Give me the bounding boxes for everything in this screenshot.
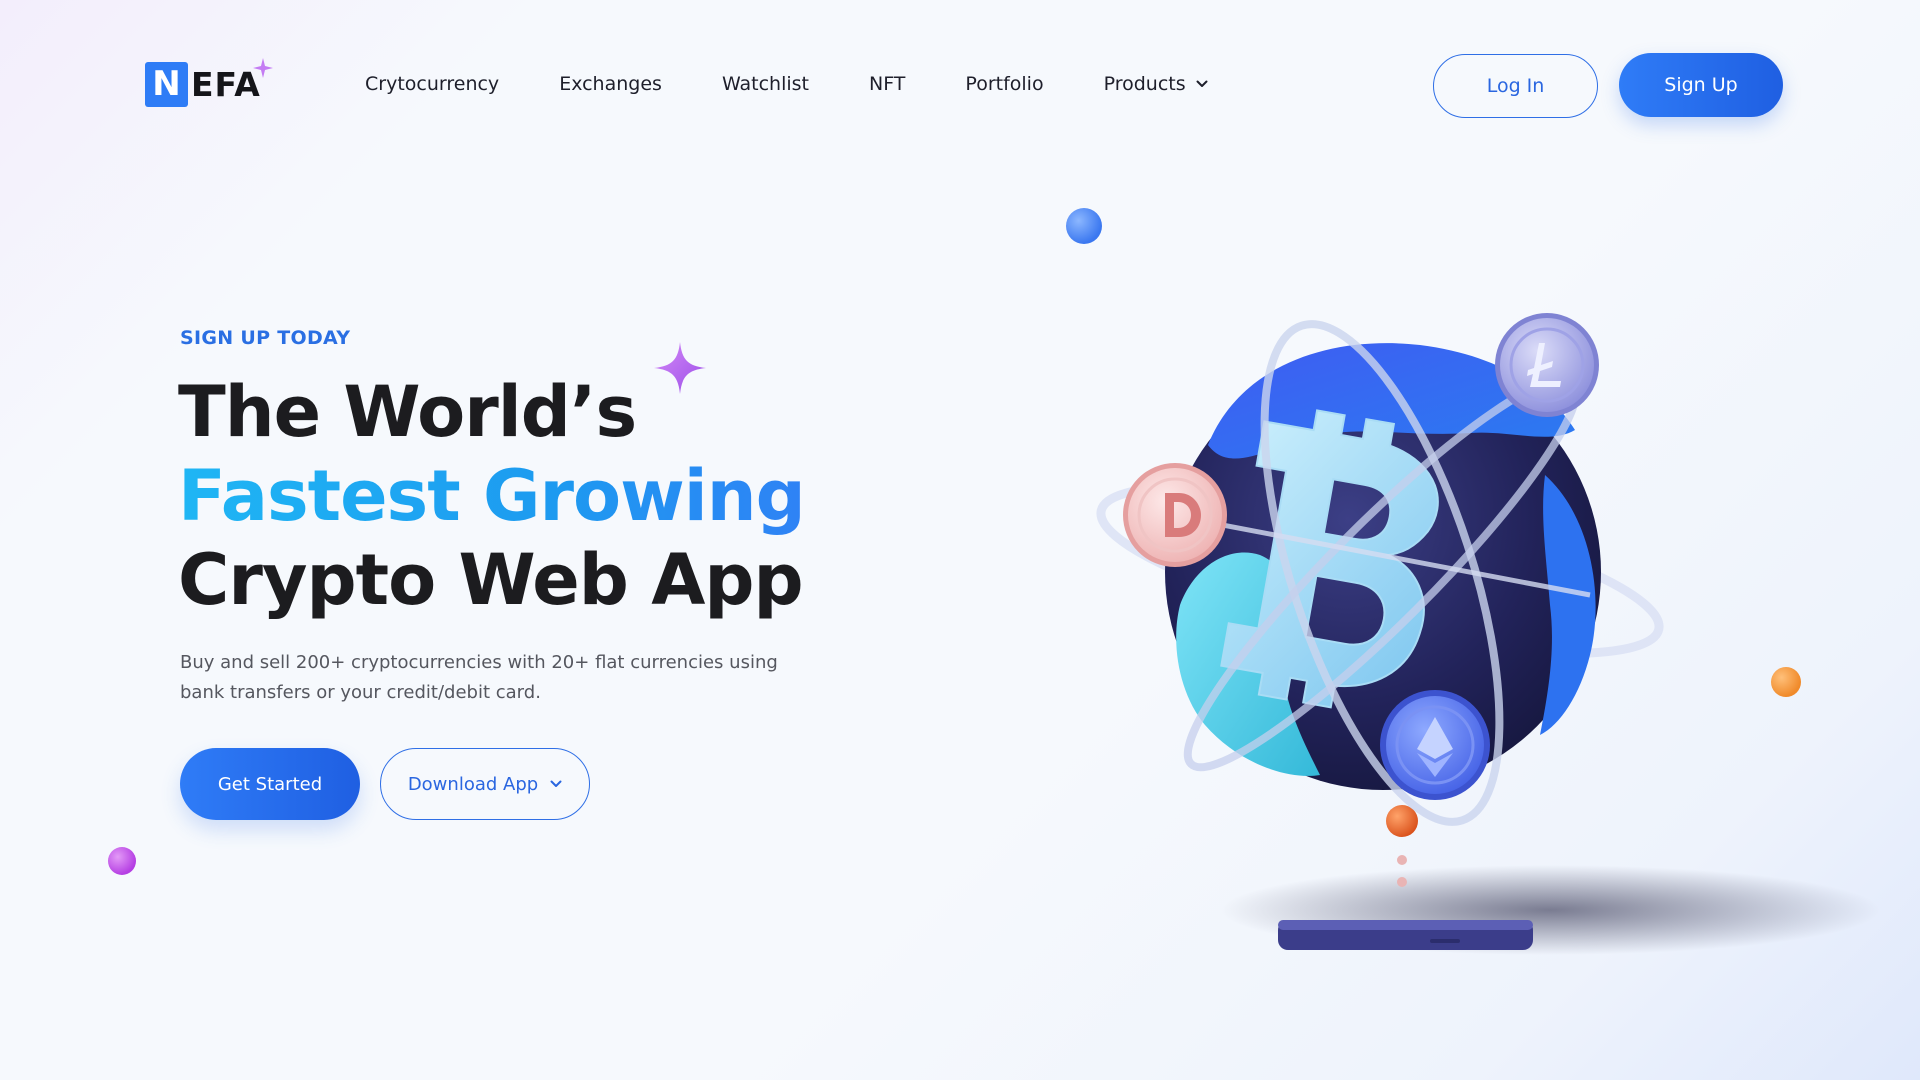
headline-line-2: Fastest Growing bbox=[178, 455, 806, 537]
nav-item-nft[interactable]: NFT bbox=[869, 73, 905, 95]
download-app-button[interactable]: Download App bbox=[380, 748, 590, 820]
hero-eyebrow: SIGN UP TODAY bbox=[180, 327, 351, 349]
nav-item-crytocurrency[interactable]: Crytocurrency bbox=[365, 73, 499, 95]
nav-item-exchanges[interactable]: Exchanges bbox=[559, 73, 662, 95]
login-button[interactable]: Log In bbox=[1433, 54, 1598, 118]
brand-logo[interactable]: N EFA bbox=[145, 58, 273, 107]
litecoin-icon bbox=[1495, 313, 1599, 417]
nav-item-products[interactable]: Products bbox=[1104, 73, 1208, 95]
logo-text: EFA bbox=[191, 65, 261, 104]
decorative-dot bbox=[108, 847, 136, 875]
dogecoin-icon bbox=[1123, 463, 1227, 567]
signup-button[interactable]: Sign Up bbox=[1619, 53, 1783, 117]
nav-item-label: Portfolio bbox=[965, 73, 1044, 95]
crypto-globe-illustration bbox=[1096, 313, 1880, 955]
nav-item-label: NFT bbox=[869, 73, 906, 95]
nav-item-label: Watchlist bbox=[721, 73, 809, 95]
chevron-down-icon bbox=[550, 780, 562, 787]
download-app-label: Download App bbox=[407, 773, 539, 795]
sparkle-icon bbox=[654, 342, 706, 394]
logo-mark: N bbox=[145, 62, 188, 107]
phone-platform bbox=[1278, 920, 1533, 950]
ethereum-icon bbox=[1380, 690, 1490, 800]
nav-item-label: Exchanges bbox=[559, 73, 662, 95]
get-started-button[interactable]: Get Started bbox=[180, 748, 360, 820]
headline-line-3: Crypto Web App bbox=[178, 539, 804, 621]
headline-line-1: The World’s bbox=[178, 371, 637, 453]
sparkle-icon bbox=[253, 58, 273, 78]
nav-item-watchlist[interactable]: Watchlist bbox=[722, 73, 809, 95]
hero-headline: The World’s Fastest Growing Crypto Web A… bbox=[178, 370, 806, 622]
nav-item-label: Products bbox=[1103, 73, 1186, 95]
hero-subtext: Buy and sell 200+ cryptocurrencies with … bbox=[180, 652, 778, 703]
nav-item-label: Crytocurrency bbox=[365, 73, 500, 95]
chevron-down-icon bbox=[1196, 80, 1208, 87]
main-nav: Crytocurrency Exchanges Watchlist NFT Po… bbox=[365, 73, 1268, 95]
nav-item-portfolio[interactable]: Portfolio bbox=[965, 73, 1043, 95]
